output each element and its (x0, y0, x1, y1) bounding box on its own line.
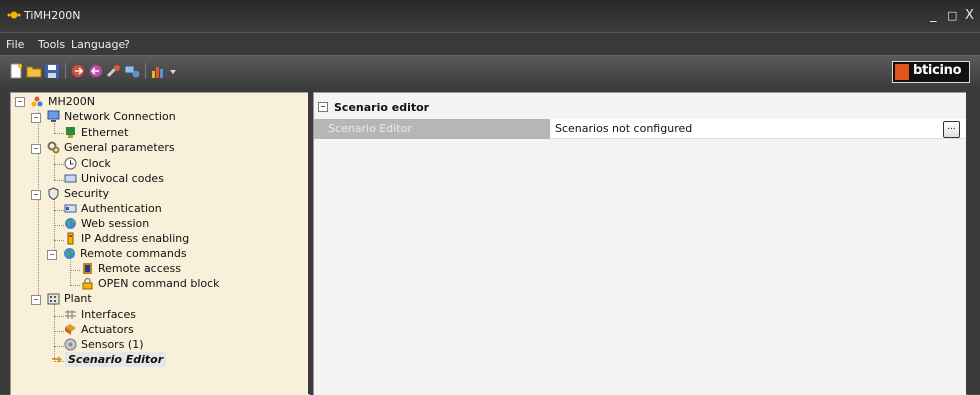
tree-item-label: Scenario Editor (65, 352, 167, 367)
tree-item-label: Univocal codes (81, 172, 164, 185)
tree-connector (54, 199, 55, 256)
collapse-toggle[interactable]: − (31, 144, 41, 154)
building-icon (47, 293, 60, 305)
tree-item-label: Ethernet (81, 126, 129, 139)
chart-icon[interactable] (150, 63, 166, 79)
tree-item-label: Interfaces (81, 308, 136, 321)
bticino-logo: bticino (892, 61, 970, 83)
maximize-button[interactable]: □ (947, 10, 957, 22)
app-logo-icon (7, 11, 21, 19)
network-icon[interactable] (124, 63, 140, 79)
tree-item-label: IP Address enabling (81, 232, 190, 245)
title-bar: TiMH200N _ □ X (0, 0, 980, 32)
collapse-toggle[interactable]: − (15, 97, 25, 107)
menu-help[interactable]: ? (124, 38, 130, 51)
gear-icon (47, 141, 60, 154)
property-row[interactable]: Scenario Editor Scenarios not configured… (314, 119, 966, 139)
property-name: Scenario Editor (314, 119, 550, 139)
ethernet-icon (66, 127, 75, 138)
shield-icon (48, 187, 59, 200)
scenario-arrow-icon (52, 356, 62, 363)
property-value[interactable]: Scenarios not configured ... (551, 119, 966, 139)
collapse-toggle[interactable]: − (31, 190, 41, 200)
globe-icon (64, 248, 75, 259)
remote-access-icon (83, 263, 92, 274)
tree-connector (54, 240, 64, 241)
clock-icon (64, 157, 77, 170)
new-icon[interactable] (8, 63, 24, 79)
window-border (966, 92, 980, 394)
tree-item-label: Security (64, 187, 110, 200)
navigation-tree[interactable]: − MH200N − Network Connection Ethernet −… (10, 92, 310, 395)
tree-item-label: MH200N (48, 95, 95, 108)
network-plug-icon (67, 232, 74, 245)
window-title: TiMH200N (24, 9, 81, 22)
property-panel: − Scenario editor Scenario Editor Scenar… (313, 92, 967, 395)
minimize-button[interactable]: _ (930, 9, 937, 22)
tree-item-label: General parameters (64, 141, 175, 154)
device-icon (31, 96, 43, 107)
send-icon[interactable] (70, 63, 86, 79)
menu-tools[interactable]: Tools (38, 38, 65, 51)
property-value-text: Scenarios not configured (555, 122, 693, 135)
tree-item-label: Clock (81, 157, 111, 170)
tree-connector (54, 133, 64, 134)
logo-mark (895, 64, 909, 80)
tree-item-label: Remote commands (80, 247, 187, 260)
network-connection-icon (47, 110, 60, 122)
menu-file[interactable]: File (6, 38, 24, 51)
tree-item-label: Plant (64, 292, 92, 305)
sensor-icon (64, 338, 77, 351)
tree-connector (54, 331, 64, 332)
tree-item-label: Sensors (1) (81, 338, 144, 351)
tools-icon[interactable] (106, 63, 122, 79)
toolbar-separator (145, 63, 146, 79)
tree-item-label: OPEN command block (98, 277, 220, 290)
collapse-toggle[interactable]: − (318, 102, 328, 112)
keyboard-icon (64, 174, 77, 183)
tree-connector (70, 260, 71, 285)
actuator-icon (65, 324, 76, 335)
tree-connector (38, 110, 39, 305)
interfaces-icon (65, 310, 76, 319)
close-button[interactable]: X (965, 9, 974, 22)
section-title: Scenario editor (334, 101, 430, 114)
logo-text: bticino (913, 63, 962, 78)
section-header[interactable]: − Scenario editor (314, 98, 966, 118)
browse-button[interactable]: ... (943, 121, 960, 138)
toolbar-separator (65, 63, 66, 79)
tree-connector (70, 285, 80, 286)
application-window: TiMH200N _ □ X File Tools Language ? bti… (0, 0, 980, 395)
collapse-toggle[interactable]: − (47, 250, 57, 260)
toolbar: bticino (0, 55, 980, 86)
id-card-icon (64, 204, 77, 213)
tree-item-label: Remote access (98, 262, 182, 275)
tree-item-label: Authentication (81, 202, 162, 215)
tree-connector (54, 225, 64, 226)
tree-item-label: Network Connection (64, 110, 176, 123)
tree-connector (54, 155, 55, 180)
tree-connector (54, 346, 64, 347)
dropdown-arrow-icon[interactable] (168, 63, 178, 79)
tree-connector (54, 316, 64, 317)
open-icon[interactable] (26, 63, 42, 79)
tree-connector (70, 270, 80, 271)
tree-item-label: Web session (81, 217, 150, 230)
globe-icon (65, 218, 76, 229)
lock-icon (82, 277, 93, 290)
tree-connector (54, 164, 64, 165)
collapse-toggle[interactable]: − (31, 295, 41, 305)
menu-bar: File Tools Language ? (0, 32, 980, 55)
collapse-toggle[interactable]: − (31, 113, 41, 123)
menu-language[interactable]: Language (71, 38, 125, 51)
tree-connector (54, 180, 64, 181)
tree-item-label: Actuators (81, 323, 134, 336)
tree-connector (54, 210, 64, 211)
tree-connector (54, 123, 55, 133)
save-icon[interactable] (44, 63, 60, 79)
receive-icon[interactable] (88, 63, 104, 79)
